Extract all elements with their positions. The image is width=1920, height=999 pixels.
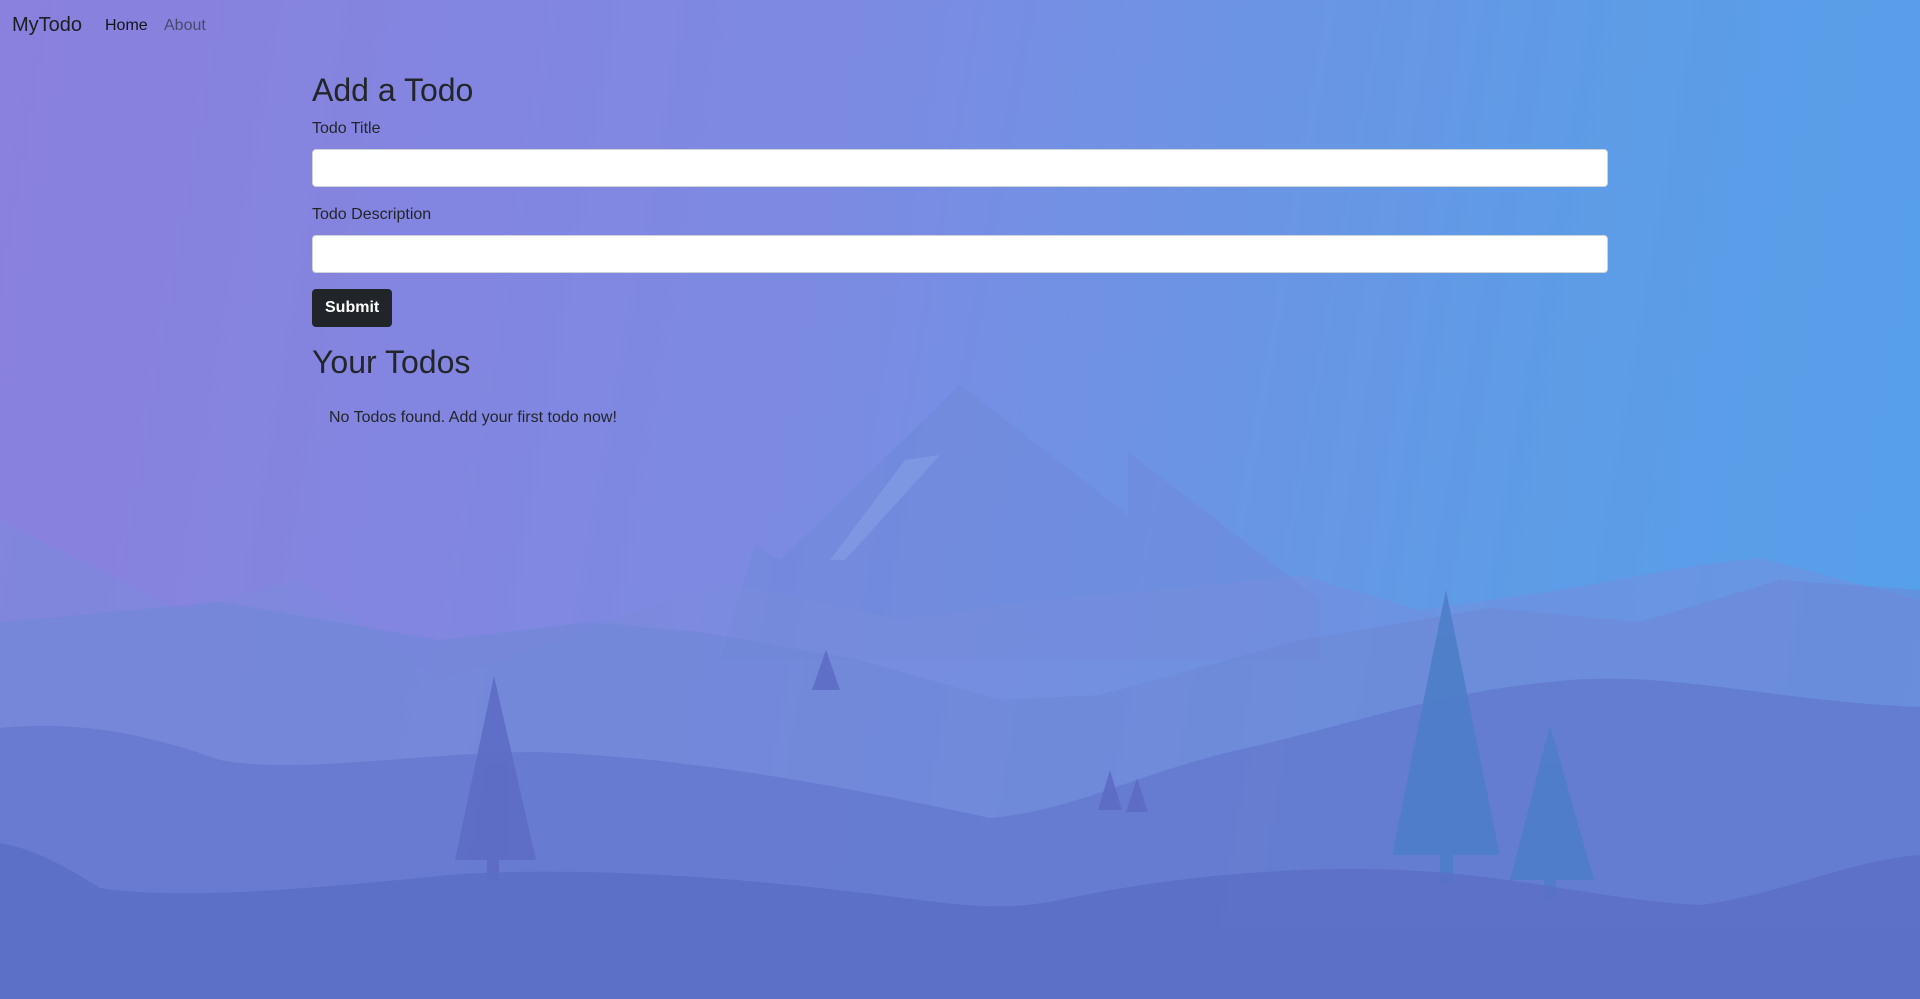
todo-title-input[interactable] xyxy=(312,149,1608,187)
nav-link-home[interactable]: Home xyxy=(105,17,148,35)
submit-button[interactable]: Submit xyxy=(312,289,393,327)
add-todo-heading: Add a Todo xyxy=(312,72,474,108)
empty-todos-message: No Todos found. Add your first todo now! xyxy=(329,409,617,426)
todo-title-label: Todo Title xyxy=(312,120,381,137)
todo-description-label: Todo Description xyxy=(312,206,432,223)
nav-link-about[interactable]: About xyxy=(164,17,206,35)
todo-description-input[interactable] xyxy=(312,235,1608,273)
your-todos-heading: Your Todos xyxy=(312,344,471,380)
brand-link[interactable]: MyTodo xyxy=(12,14,82,37)
navbar: MyTodo Home About xyxy=(0,0,1920,54)
